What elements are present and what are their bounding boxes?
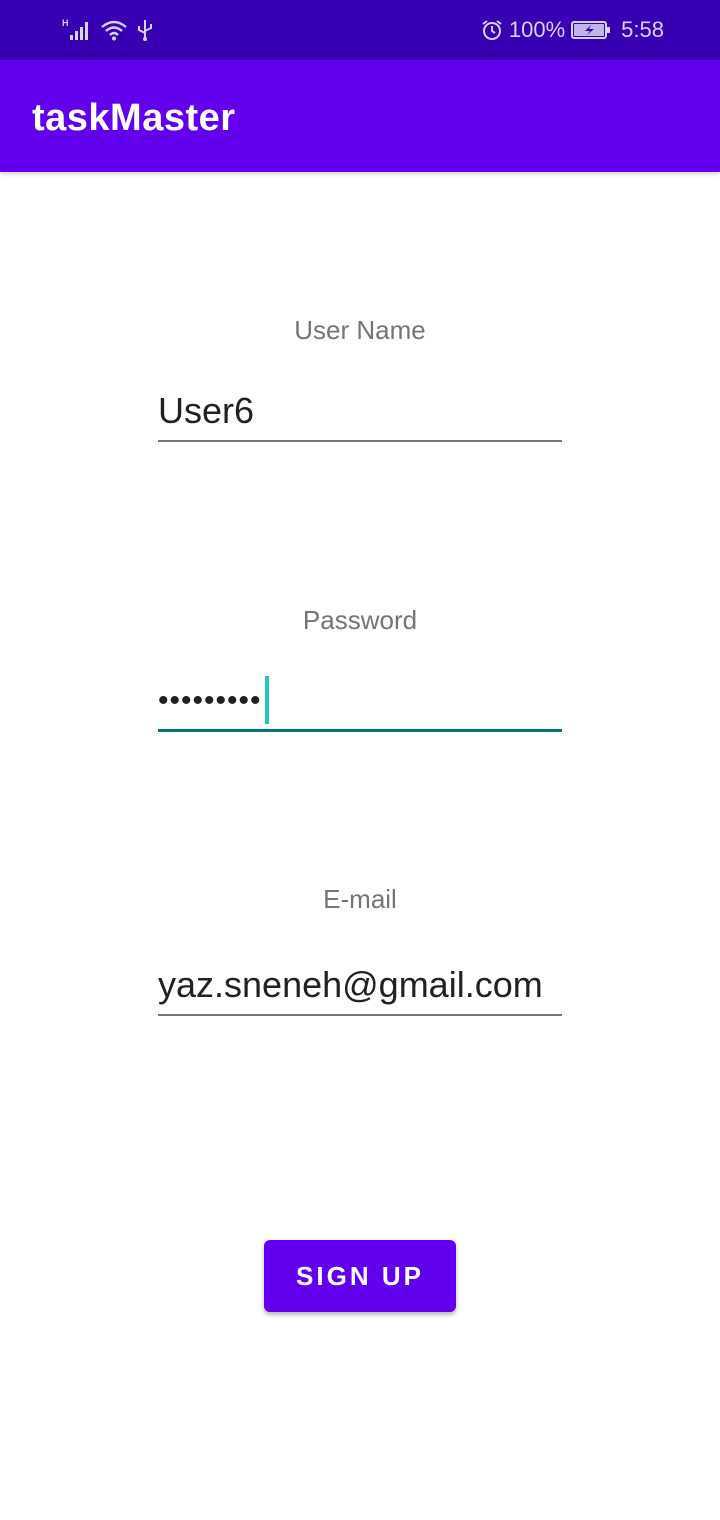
alarm-icon [481,19,503,41]
username-label: User Name [294,315,426,345]
wifi-icon [100,18,128,42]
username-field[interactable]: User6 [158,378,562,442]
battery-percent: 100% [508,17,566,42]
password-value: ••••••••• [158,684,262,717]
signup-button[interactable]: SIGN UP [264,1240,456,1312]
clock-time: 5:58 [621,17,664,42]
email-underline [158,1014,562,1016]
usb-icon [136,18,154,42]
signup-screen: H 100% 5:58 taskMaster User Name User6 P… [0,0,720,1520]
svg-text:H: H [62,18,69,28]
text-cursor [265,676,269,724]
signal-icon: H [62,18,92,42]
app-bar: taskMaster [0,60,720,172]
password-label: Password [302,605,418,635]
email-field[interactable]: yaz.sneneh@gmail.com [158,952,562,1016]
username-value: User6 [158,390,255,431]
app-title: taskMaster [32,97,236,139]
battery-charging-icon [571,19,611,41]
password-field[interactable]: ••••••••• [158,668,562,732]
status-left-icons: H [62,16,154,44]
username-underline [158,440,562,442]
email-value: yaz.sneneh@gmail.com [158,964,543,1005]
email-label: E-mail [323,884,397,914]
password-underline [158,729,562,732]
status-bar: H 100% 5:58 [0,0,720,60]
status-right-info: 100% 5:58 [481,16,664,44]
